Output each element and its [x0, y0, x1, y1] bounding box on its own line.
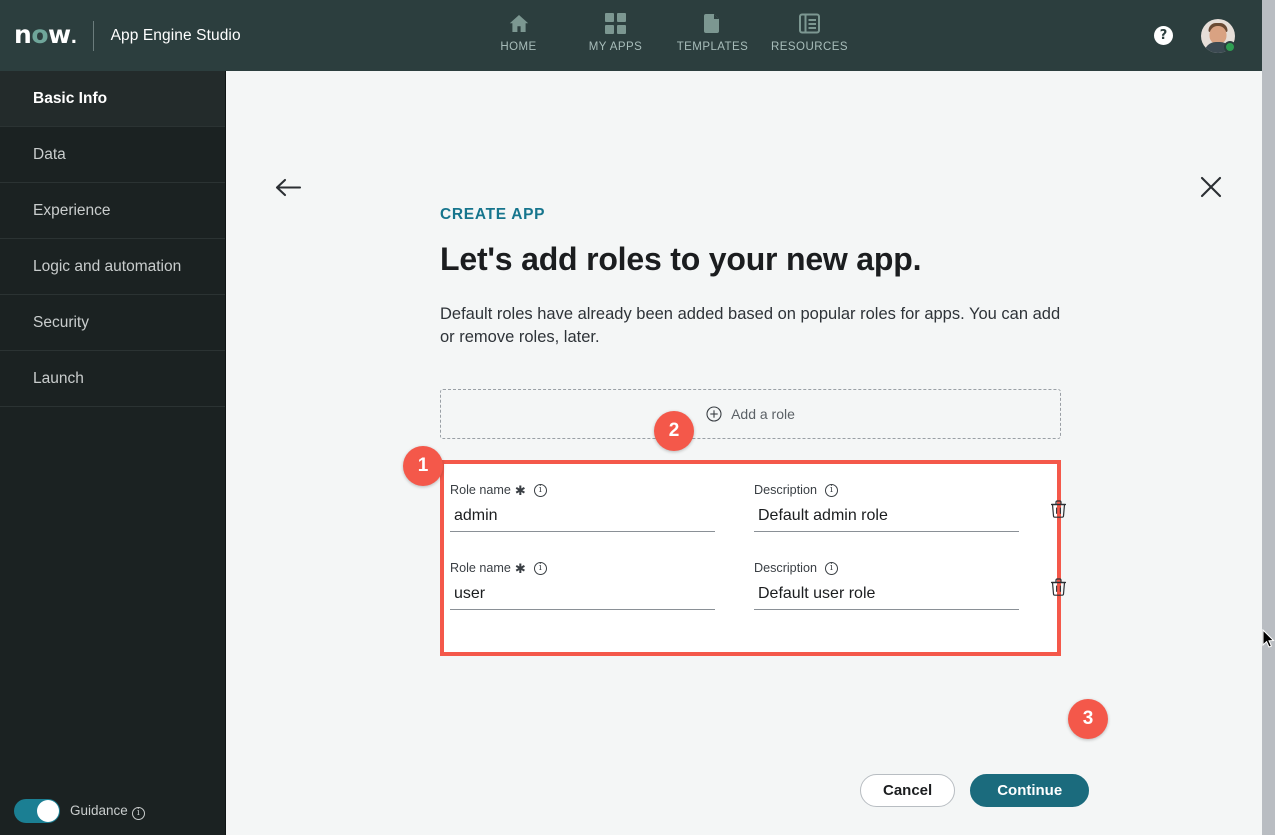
required-asterisk-1: ✱: [514, 483, 526, 499]
role-name-field-group-2: Role name ✱ i: [450, 560, 715, 610]
sidebar-item-launch[interactable]: Launch: [0, 351, 225, 407]
sidebar-item-logic-and-automation[interactable]: Logic and automation: [0, 239, 225, 295]
description-label-2: Description i: [754, 560, 1019, 577]
info-icon[interactable]: i: [533, 483, 547, 497]
top-header: now. App Engine Studio HOME MY APPS TEMP…: [0, 0, 1262, 71]
sidebar-label-experience: Experience: [33, 201, 111, 219]
page-title: Let's add roles to your new app.: [440, 241, 922, 277]
sidebar-label-security: Security: [33, 313, 89, 331]
app-root: now. App Engine Studio HOME MY APPS TEMP…: [0, 0, 1275, 835]
add-a-role-label: Add a role: [731, 405, 795, 422]
close-icon[interactable]: [1193, 169, 1229, 205]
guidance-control: Guidance i: [14, 799, 145, 823]
info-icon[interactable]: i: [131, 806, 145, 820]
description-label-text-1: Description: [754, 483, 817, 498]
toggle-knob: [37, 800, 59, 822]
home-icon: [508, 10, 530, 37]
table-row: Role name ✱ i Description i: [444, 560, 1066, 638]
description-label-text-2: Description: [754, 561, 817, 576]
sidebar-label-basic-info: Basic Info: [33, 89, 108, 107]
sidebar-label-data: Data: [33, 145, 66, 163]
brand-divider: [92, 20, 94, 51]
description-field-group-1: Description i: [754, 482, 1019, 532]
roles-list-card: Role name ✱ i Description i: [440, 459, 1066, 656]
nav-item-my-apps[interactable]: MY APPS: [567, 0, 664, 53]
product-title: App Engine Studio: [110, 26, 241, 44]
add-a-role-button[interactable]: Add a role: [440, 388, 1061, 439]
now-logo[interactable]: now.: [14, 22, 77, 47]
description-label-1: Description i: [754, 482, 1019, 499]
info-icon[interactable]: i: [825, 483, 838, 497]
annotation-badge-3: 3: [1068, 699, 1108, 739]
role-name-label-2: Role name ✱ i: [450, 560, 715, 577]
guidance-label: Guidance: [70, 802, 128, 818]
nav-item-templates[interactable]: TEMPLATES: [664, 0, 761, 53]
nav-label-resources: RESOURCES: [771, 41, 848, 53]
nav-label-templates: TEMPLATES: [676, 41, 749, 53]
templates-copy-icon: [702, 10, 723, 37]
footer-actions: Cancel Continue: [860, 774, 1090, 807]
nav-label-home: HOME: [500, 41, 537, 53]
sidebar-item-data[interactable]: Data: [0, 127, 225, 183]
sidebar-label-logic-and-automation: Logic and automation: [33, 257, 182, 275]
role-name-input-2[interactable]: [450, 584, 715, 610]
role-name-label-text-2: Role name: [450, 561, 511, 576]
continue-button[interactable]: Continue: [970, 774, 1090, 807]
required-asterisk-2: ✱: [514, 561, 526, 577]
trash-icon[interactable]: [1050, 497, 1067, 521]
description-field-group-2: Description i: [754, 560, 1019, 610]
page-description: Default roles have already been added ba…: [440, 305, 1061, 346]
avatar[interactable]: [1201, 18, 1236, 53]
role-name-field-group-1: Role name ✱ i: [450, 482, 715, 532]
breadcrumb: CREATE APP: [440, 206, 546, 223]
sidebar-item-security[interactable]: Security: [0, 295, 225, 351]
grid-apps-icon: [605, 10, 626, 37]
info-icon[interactable]: i: [533, 561, 547, 575]
guidance-toggle[interactable]: [14, 799, 60, 823]
page-scrollbar[interactable]: [1262, 0, 1275, 835]
plus-circle-icon: [706, 405, 722, 422]
cancel-button[interactable]: Cancel: [860, 774, 956, 807]
status-badge: [1224, 40, 1236, 53]
help-question-icon[interactable]: ?: [1154, 26, 1173, 45]
nav-label-my-apps: MY APPS: [588, 41, 643, 53]
trash-icon[interactable]: [1050, 575, 1067, 599]
description-input-2[interactable]: [754, 584, 1019, 610]
create-app-content: CREATE APP Let's add roles to your new a…: [440, 206, 1080, 656]
role-name-label-1: Role name ✱ i: [450, 482, 715, 499]
nav-item-home[interactable]: HOME: [470, 0, 567, 53]
back-arrow-icon[interactable]: [270, 169, 306, 205]
description-input-1[interactable]: [754, 506, 1019, 532]
nav-item-resources[interactable]: RESOURCES: [761, 0, 858, 53]
primary-nav: HOME MY APPS TEMPLATES RESOURCES: [470, 0, 858, 71]
sidebar-item-experience[interactable]: Experience: [0, 183, 225, 239]
header-right-actions: ?: [1154, 0, 1249, 71]
info-icon[interactable]: i: [825, 561, 838, 575]
left-sidebar: Basic Info Data Experience Logic and aut…: [0, 71, 226, 835]
sidebar-item-basic-info[interactable]: Basic Info: [0, 71, 225, 127]
guidance-label-wrap: Guidance i: [70, 803, 145, 820]
sidebar-label-launch: Launch: [33, 369, 84, 387]
annotation-badge-1: 1: [403, 446, 443, 486]
brand-area[interactable]: now. App Engine Studio: [0, 0, 241, 71]
resources-book-icon: [799, 10, 820, 37]
table-row: Role name ✱ i Description i: [444, 482, 1066, 560]
annotation-badge-2: 2: [654, 411, 694, 451]
role-name-input-1[interactable]: [450, 506, 715, 532]
role-name-label-text-1: Role name: [450, 483, 511, 498]
